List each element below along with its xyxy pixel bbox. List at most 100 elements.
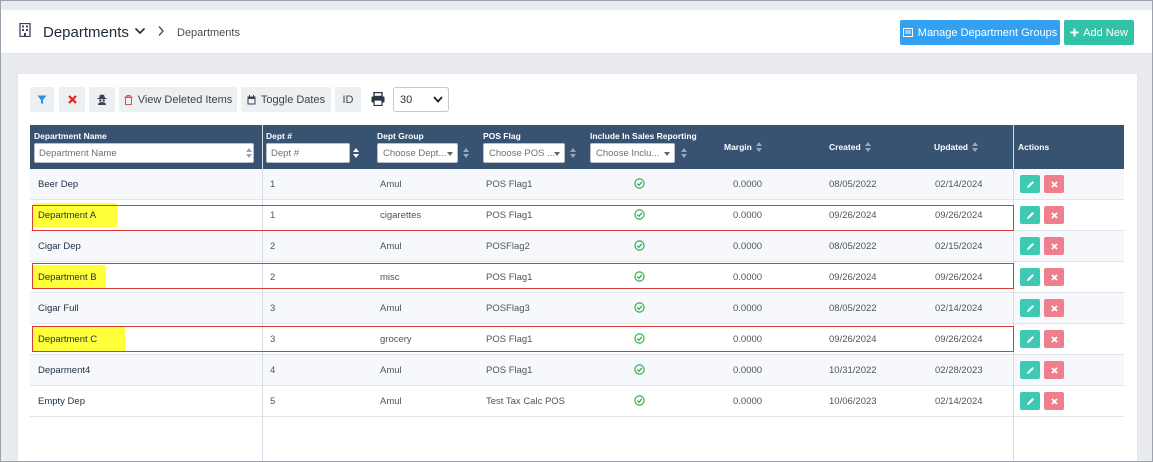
table-row[interactable]: Department C 3 grocery POS Flag1 0.0000 09/26… [30, 324, 1124, 355]
table-row[interactable]: Department B 2 misc POS Flag1 0.0000 09/26/20… [30, 262, 1124, 293]
delete-button[interactable] [1044, 175, 1064, 193]
cell-department-name: Department C [38, 334, 98, 345]
cell-margin: 0.0000 [733, 365, 763, 376]
cell-updated: 02/14/2024 [935, 396, 983, 407]
cell-margin: 0.0000 [733, 272, 763, 283]
clear-filters-button[interactable] [59, 87, 85, 112]
column-header-margin-label: Margin [724, 142, 752, 152]
cell-updated: 09/26/2024 [935, 210, 983, 221]
cell-dept-group: Amul [380, 179, 402, 190]
dept-no-filter-placeholder: Dept # [271, 147, 299, 159]
cell-updated: 02/15/2024 [935, 241, 983, 252]
dept-group-filter-placeholder: Choose Dept... [383, 147, 447, 159]
id-toggle-button[interactable]: ID [335, 87, 361, 112]
cell-pos-flag: POS Flag1 [486, 334, 533, 345]
cell-pos-flag: POS Flag1 [486, 272, 533, 283]
edit-button[interactable] [1020, 330, 1040, 348]
column-header-created[interactable]: Created [829, 142, 871, 152]
edit-button[interactable] [1020, 268, 1040, 286]
chevron-down-icon[interactable] [134, 26, 146, 36]
close-icon [1050, 273, 1058, 281]
table-row[interactable]: Deparment4 4 Amul POS Flag1 0.0000 10/31/2022… [30, 355, 1124, 386]
sort-icon[interactable] [353, 148, 359, 158]
edit-button[interactable] [1020, 206, 1040, 224]
sort-icon [972, 142, 978, 152]
cell-department-name: Empty Dep [38, 396, 85, 407]
cell-dept-group: Amul [380, 396, 402, 407]
add-new-label: Add New [1083, 26, 1128, 39]
page-size-value: 30 [400, 93, 413, 106]
cell-created: 10/31/2022 [829, 365, 877, 376]
page-title: Departments [43, 24, 129, 41]
sort-icon[interactable] [570, 148, 576, 158]
column-divider [1013, 125, 1014, 461]
page-header: Departments Departments Manage Departmen… [1, 10, 1152, 54]
edit-button[interactable] [1020, 299, 1040, 317]
include-sales-filter-select[interactable]: Choose Inclu... [590, 143, 675, 163]
close-icon [1050, 335, 1058, 343]
page-size-select[interactable]: 30 [393, 87, 449, 112]
delete-button[interactable] [1044, 392, 1064, 410]
toggle-dates-button[interactable]: Toggle Dates [241, 87, 331, 112]
cell-created: 08/05/2022 [829, 303, 877, 314]
edit-button[interactable] [1020, 392, 1040, 410]
delete-button[interactable] [1044, 268, 1064, 286]
edit-button[interactable] [1020, 175, 1040, 193]
cell-dept-no: 2 [270, 272, 276, 283]
check-circle-icon [634, 364, 645, 375]
cell-dept-group: Amul [380, 241, 402, 252]
check-circle-icon [634, 302, 645, 313]
table-row[interactable]: Department A 1 cigarettes POS Flag1 0.0000 09… [30, 200, 1124, 231]
table-row[interactable]: Empty Dep 5 Amul Test Tax Calc POS 0.0000 10/… [30, 386, 1124, 417]
add-new-button[interactable]: Add New [1064, 20, 1134, 45]
column-header-margin[interactable]: Margin [724, 142, 762, 152]
view-deleted-items-label: View Deleted Items [137, 93, 233, 106]
close-icon [1050, 397, 1058, 405]
delete-button[interactable] [1044, 361, 1064, 379]
table-row[interactable]: Cigar Dep 2 Amul POSFlag2 0.0000 08/05/2022 02… [30, 231, 1124, 262]
column-header-department-name: Department Name [34, 131, 107, 141]
calendar-icon [247, 94, 256, 104]
cell-margin: 0.0000 [733, 334, 763, 345]
dept-group-filter-select[interactable]: Choose Dept... [377, 143, 458, 163]
breadcrumb[interactable]: Departments [177, 27, 240, 39]
cell-updated: 02/14/2024 [935, 179, 983, 190]
dropdown-arrow-icon [554, 152, 560, 156]
column-header-updated[interactable]: Updated [934, 142, 978, 152]
sort-icon [864, 142, 871, 152]
mask-filter-button[interactable] [89, 87, 115, 112]
dept-no-filter-input[interactable]: Dept # [266, 143, 350, 163]
chevron-down-icon [433, 96, 443, 103]
cell-dept-no: 1 [270, 210, 276, 221]
sort-icon[interactable] [246, 148, 252, 158]
cell-department-name: Cigar Full [38, 303, 79, 314]
cell-dept-group: misc [380, 272, 400, 283]
delete-button[interactable] [1044, 237, 1064, 255]
delete-button[interactable] [1044, 299, 1064, 317]
delete-button[interactable] [1044, 330, 1064, 348]
cell-created: 10/06/2023 [829, 396, 877, 407]
table-row[interactable]: Cigar Full 3 Amul POSFlag3 0.0000 08/05/2022 0… [30, 293, 1124, 324]
cell-pos-flag: POSFlag3 [486, 303, 530, 314]
department-name-filter-placeholder: Department Name [39, 147, 117, 159]
delete-button[interactable] [1044, 206, 1064, 224]
edit-button[interactable] [1020, 237, 1040, 255]
cell-pos-flag: POS Flag1 [486, 210, 533, 221]
table-row[interactable]: Beer Dep 1 Amul POS Flag1 0.0000 08/05/2022 02… [30, 169, 1124, 200]
pos-flag-filter-select[interactable]: Choose POS ... [483, 143, 565, 163]
view-deleted-items-button[interactable]: View Deleted Items [119, 87, 237, 112]
department-name-filter-input[interactable]: Department Name [34, 143, 254, 163]
print-icon[interactable] [371, 92, 385, 106]
cell-created: 09/26/2024 [829, 272, 877, 283]
sort-icon[interactable] [463, 148, 469, 158]
pencil-icon [1026, 304, 1034, 312]
close-icon [67, 95, 77, 104]
cell-dept-no: 2 [270, 241, 276, 252]
manage-department-groups-button[interactable]: Manage Department Groups [900, 20, 1060, 45]
sort-icon[interactable] [681, 148, 687, 158]
pencil-icon [1026, 211, 1034, 219]
edit-button[interactable] [1020, 361, 1040, 379]
filter-button[interactable] [30, 87, 54, 112]
cell-margin: 0.0000 [733, 303, 763, 314]
cell-pos-flag: POS Flag1 [486, 365, 533, 376]
